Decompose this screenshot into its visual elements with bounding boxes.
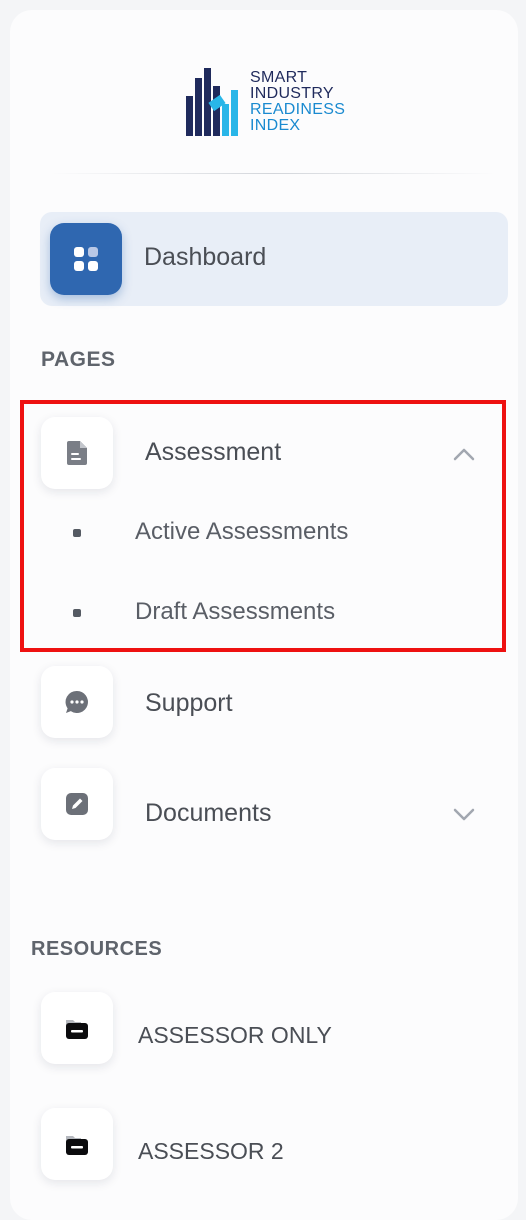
- brand-logo[interactable]: SMART INDUSTRY READINESS INDEX: [186, 68, 366, 138]
- nav-item-dashboard[interactable]: Dashboard: [40, 212, 508, 306]
- section-title-pages: PAGES: [41, 348, 116, 371]
- brand-line-4: INDEX: [250, 117, 301, 134]
- grid-icon: [74, 247, 98, 271]
- resource-item-assessor-only[interactable]: ASSESSOR ONLY: [40, 992, 508, 1072]
- resource-icon-box: [41, 992, 113, 1064]
- brand-wordmark: SMART INDUSTRY READINESS INDEX: [250, 70, 345, 134]
- nav-label-support: Support: [145, 689, 233, 717]
- resource-label-assessor-2: ASSESSOR 2: [138, 1138, 284, 1164]
- dashboard-icon-box: [50, 223, 122, 295]
- nav-item-documents[interactable]: Documents: [40, 766, 508, 850]
- brand-line-1: SMART: [250, 69, 308, 86]
- folder-icon: [66, 1020, 88, 1039]
- logo-bars-icon: [186, 68, 238, 136]
- brand-line-3: READINESS: [250, 101, 346, 118]
- resource-icon-box: [41, 1108, 113, 1180]
- documents-icon-box: [41, 768, 113, 840]
- section-title-resources: RESOURCES: [31, 938, 163, 960]
- nav-item-support[interactable]: Support: [40, 666, 508, 746]
- folder-icon: [66, 1136, 88, 1155]
- chat-bubble-icon: [65, 690, 88, 713]
- highlight-box: [20, 400, 506, 652]
- resource-label-assessor-only: ASSESSOR ONLY: [138, 1022, 332, 1048]
- nav-label-documents: Documents: [145, 799, 272, 827]
- logo-divider: [50, 173, 496, 174]
- brand-line-2: INDUSTRY: [250, 85, 334, 102]
- support-icon-box: [41, 666, 113, 738]
- nav-label-dashboard: Dashboard: [144, 243, 267, 271]
- resource-item-assessor-2[interactable]: ASSESSOR 2: [40, 1108, 508, 1188]
- chevron-down-icon[interactable]: [452, 806, 476, 822]
- edit-icon: [66, 793, 88, 815]
